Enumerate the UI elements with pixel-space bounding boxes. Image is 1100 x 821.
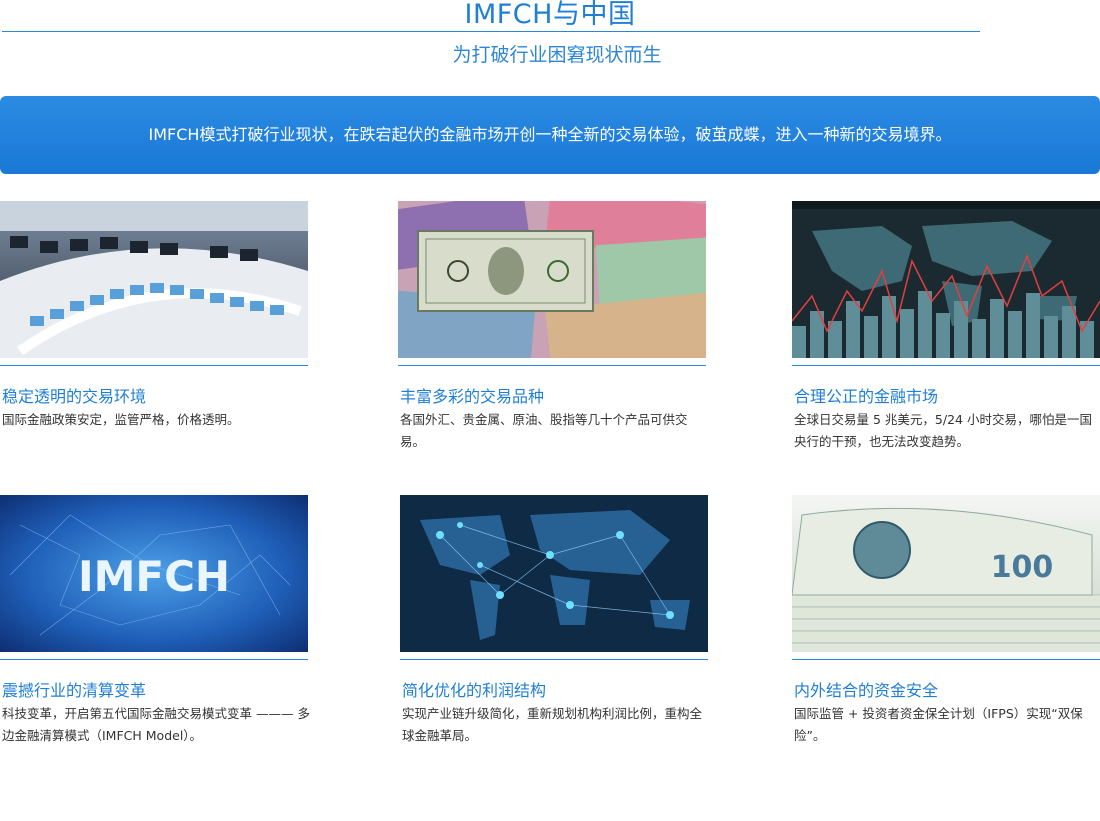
card-description: 全球日交易量 5 兆美元，5/24 小时交易，哪怕是一国央行的干预，也无法改变趋… xyxy=(794,412,1092,449)
trading-floor-image xyxy=(0,201,308,358)
dollar-stack-image: 100 xyxy=(792,495,1100,652)
card-divider xyxy=(0,365,308,366)
title-divider xyxy=(2,31,980,32)
card-description: 科技变革，开启第五代国际金融交易模式变革 ——— 多边金融清算模式（IMFCH … xyxy=(2,706,310,743)
banknotes-image xyxy=(398,201,706,358)
page-subtitle: 为打破行业困窘现状而生 xyxy=(452,44,662,66)
card-divider xyxy=(0,659,308,660)
card-title: 内外结合的资金安全 xyxy=(794,681,939,700)
market-chart-image xyxy=(792,201,1100,358)
card-divider xyxy=(400,659,708,660)
card-title: 合理公正的金融市场 xyxy=(794,387,939,406)
card-description: 国际金融政策安定，监管严格，价格透明。 xyxy=(2,412,240,427)
dollar-denomination: 100 xyxy=(991,550,1054,585)
page-title: IMFCH与中国 xyxy=(464,0,636,30)
card-title: 简化优化的利润结构 xyxy=(402,681,547,700)
world-network-image xyxy=(400,495,708,652)
intro-banner: IMFCH模式打破行业现状，在跌宕起伏的金融市场开创一种全新的交易体验，破茧成蝶… xyxy=(0,96,1100,174)
card-description: 各国外汇、贵金属、原油、股指等几十个产品可供交易。 xyxy=(400,412,688,449)
card-divider xyxy=(792,365,1100,366)
card-title: 震撼行业的清算变革 xyxy=(2,681,147,700)
imfch-logo-image: IMFCH xyxy=(0,495,308,652)
card-divider xyxy=(398,365,706,366)
imfch-logo-text: IMFCH xyxy=(78,552,230,601)
card-divider xyxy=(792,659,1100,660)
card-description: 国际监管 + 投资者资金保全计划（IFPS）实现“双保险”。 xyxy=(794,706,1083,743)
card-title: 丰富多彩的交易品种 xyxy=(400,387,545,406)
intro-banner-text: IMFCH模式打破行业现状，在跌宕起伏的金融市场开创一种全新的交易体验，破茧成蝶… xyxy=(148,125,952,144)
card-title: 稳定透明的交易环境 xyxy=(2,387,147,406)
card-description: 实现产业链升级简化，重新规划机构利润比例，重构全球金融革局。 xyxy=(402,706,703,743)
